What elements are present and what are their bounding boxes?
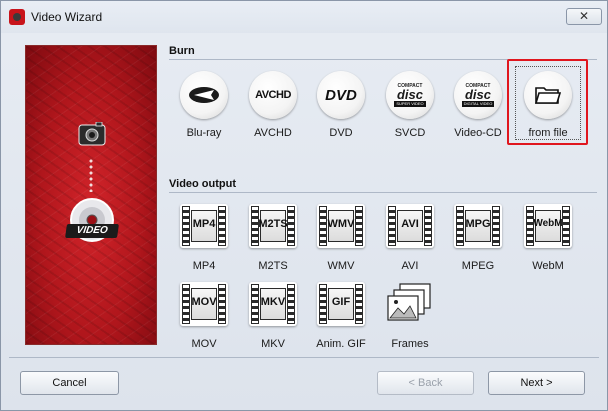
progress-dots <box>89 158 93 192</box>
burn-from-file-button[interactable]: from file <box>516 71 580 159</box>
close-button[interactable]: ✕ <box>566 8 602 25</box>
cancel-button[interactable]: Cancel <box>20 371 119 395</box>
output-mpeg-button[interactable]: MPG MPEG <box>446 204 510 292</box>
video-output-section-title: Video output <box>169 178 237 190</box>
film-icon: M2TS <box>249 204 297 248</box>
output-webm-button[interactable]: WebM WebM <box>516 204 580 292</box>
video-badge: VIDEO <box>65 224 119 238</box>
bluray-icon <box>180 71 228 119</box>
burn-dvd-button[interactable]: DVD DVD <box>309 71 373 159</box>
burn-item-label: Video-CD <box>454 127 502 139</box>
folder-icon <box>524 71 572 119</box>
output-item-label: Anim. GIF <box>316 338 366 350</box>
svcd-icon: COMPACT disc SUPER VIDEO <box>386 71 434 119</box>
wizard-sidebar-image: VIDEO <box>25 45 157 345</box>
burn-item-label: AVCHD <box>254 127 292 139</box>
output-item-label: M2TS <box>258 260 288 272</box>
video-wizard-window: Video Wizard ✕ VIDEO Burn Blu-ray AVCHD <box>0 0 608 411</box>
film-icon: MKV <box>249 282 297 326</box>
frames-icon <box>387 283 431 321</box>
output-mp4-button[interactable]: MP4 MP4 <box>172 204 236 292</box>
output-item-label: Frames <box>391 338 429 350</box>
film-icon: WebM <box>524 204 572 248</box>
window-title: Video Wizard <box>31 10 103 24</box>
output-item-label: WebM <box>532 260 564 272</box>
vcd-icon: COMPACT disc DIGITAL VIDEO <box>454 71 502 119</box>
output-item-label: MPEG <box>461 260 495 272</box>
output-item-label: MOV <box>191 338 217 350</box>
burn-videocd-button[interactable]: COMPACT disc DIGITAL VIDEO Video-CD <box>446 71 510 159</box>
burn-item-label: Blu-ray <box>186 127 222 139</box>
output-item-label: MP4 <box>192 260 216 272</box>
output-avi-button[interactable]: AVI AVI <box>378 204 442 292</box>
app-icon <box>9 9 25 25</box>
burn-avchd-button[interactable]: AVCHD AVCHD <box>241 71 305 159</box>
output-item-label: WMV <box>327 260 355 272</box>
video-output-divider <box>169 192 597 193</box>
film-icon: GIF <box>317 282 365 326</box>
next-button[interactable]: Next > <box>488 371 585 395</box>
burn-item-label: SVCD <box>394 127 426 139</box>
burn-svcd-button[interactable]: COMPACT disc SUPER VIDEO SVCD <box>378 71 442 159</box>
output-item-label: MKV <box>261 338 285 350</box>
burn-section-title: Burn <box>169 45 195 57</box>
output-wmv-button[interactable]: WMV WMV <box>309 204 373 292</box>
output-m2ts-button[interactable]: M2TS M2TS <box>241 204 305 292</box>
film-icon: WMV <box>317 204 365 248</box>
dvd-icon: DVD <box>317 71 365 119</box>
footer-divider <box>9 357 599 358</box>
film-icon: MOV <box>180 282 228 326</box>
avchd-icon: AVCHD <box>249 71 297 119</box>
title-bar: Video Wizard ✕ <box>1 1 607 33</box>
camera-icon <box>78 122 106 146</box>
burn-item-label: from file <box>528 127 568 139</box>
output-item-label: AVI <box>401 260 419 272</box>
film-icon: AVI <box>386 204 434 248</box>
back-button[interactable]: < Back <box>377 371 474 395</box>
film-icon: MP4 <box>180 204 228 248</box>
film-icon: MPG <box>454 204 502 248</box>
burn-bluray-button[interactable]: Blu-ray <box>172 71 236 159</box>
burn-item-label: DVD <box>329 127 353 139</box>
